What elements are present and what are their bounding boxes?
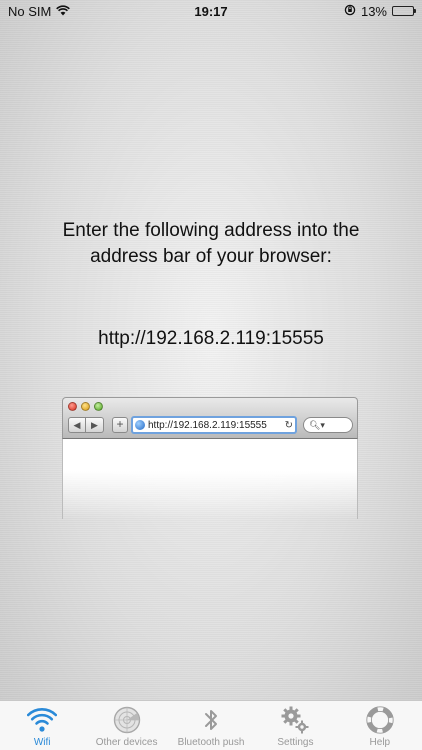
status-left: No SIM: [8, 3, 71, 19]
close-dot-icon: [68, 402, 77, 411]
browser-illustration: ◀ ▶ + http://192.168.2.119:15555 ↻ 🔍︎▾: [62, 397, 358, 519]
reload-icon: ↻: [284, 419, 293, 431]
back-arrow-icon: ◀: [68, 417, 86, 433]
forward-arrow-icon: ▶: [86, 417, 104, 433]
browser-url-bar: http://192.168.2.119:15555 ↻: [131, 416, 297, 434]
browser-search-field: 🔍︎▾: [303, 417, 353, 433]
orientation-lock-icon: [344, 4, 356, 19]
instruction-text: Enter the following address into the add…: [62, 220, 360, 267]
plus-icon: +: [112, 417, 128, 433]
nav-buttons: ◀ ▶: [68, 417, 104, 433]
wifi-icon: [27, 705, 58, 735]
globe-icon: [135, 420, 145, 430]
tab-other-devices[interactable]: Other devices: [84, 701, 168, 750]
tab-label: Bluetooth push: [177, 737, 245, 748]
tab-label: Other devices: [95, 737, 158, 748]
status-bar: No SIM 19:17 13%: [0, 0, 422, 22]
tab-label: Help: [369, 737, 391, 748]
gears-icon: [280, 705, 310, 735]
radar-icon: [112, 705, 142, 735]
carrier-label: No SIM: [8, 3, 52, 19]
tab-help[interactable]: Help: [338, 701, 422, 750]
battery-percent: 13%: [360, 3, 387, 19]
browser-content-area: [62, 439, 358, 519]
tab-wifi[interactable]: Wifi: [0, 701, 84, 750]
search-icon: 🔍︎▾: [309, 420, 325, 430]
lifebuoy-icon: [365, 705, 395, 735]
window-controls: [68, 402, 103, 411]
tab-settings[interactable]: Settings: [253, 701, 337, 750]
tab-bluetooth-push[interactable]: Bluetooth push: [169, 701, 253, 750]
tab-label: Wifi: [33, 737, 51, 748]
browser-toolbar: ◀ ▶ + http://192.168.2.119:15555 ↻ 🔍︎▾: [62, 397, 358, 439]
wifi-signal-icon: [56, 4, 71, 19]
tab-bar: Wifi Other devices Bluetooth push Settin…: [0, 700, 422, 750]
zoom-dot-icon: [94, 402, 103, 411]
status-right: 13%: [344, 3, 416, 19]
bluetooth-icon: [196, 705, 226, 735]
minimize-dot-icon: [81, 402, 90, 411]
battery-icon: [392, 6, 416, 16]
server-address: http://192.168.2.119:15555: [98, 328, 324, 349]
browser-url-text: http://192.168.2.119:15555: [148, 419, 267, 431]
tab-label: Settings: [277, 737, 314, 748]
